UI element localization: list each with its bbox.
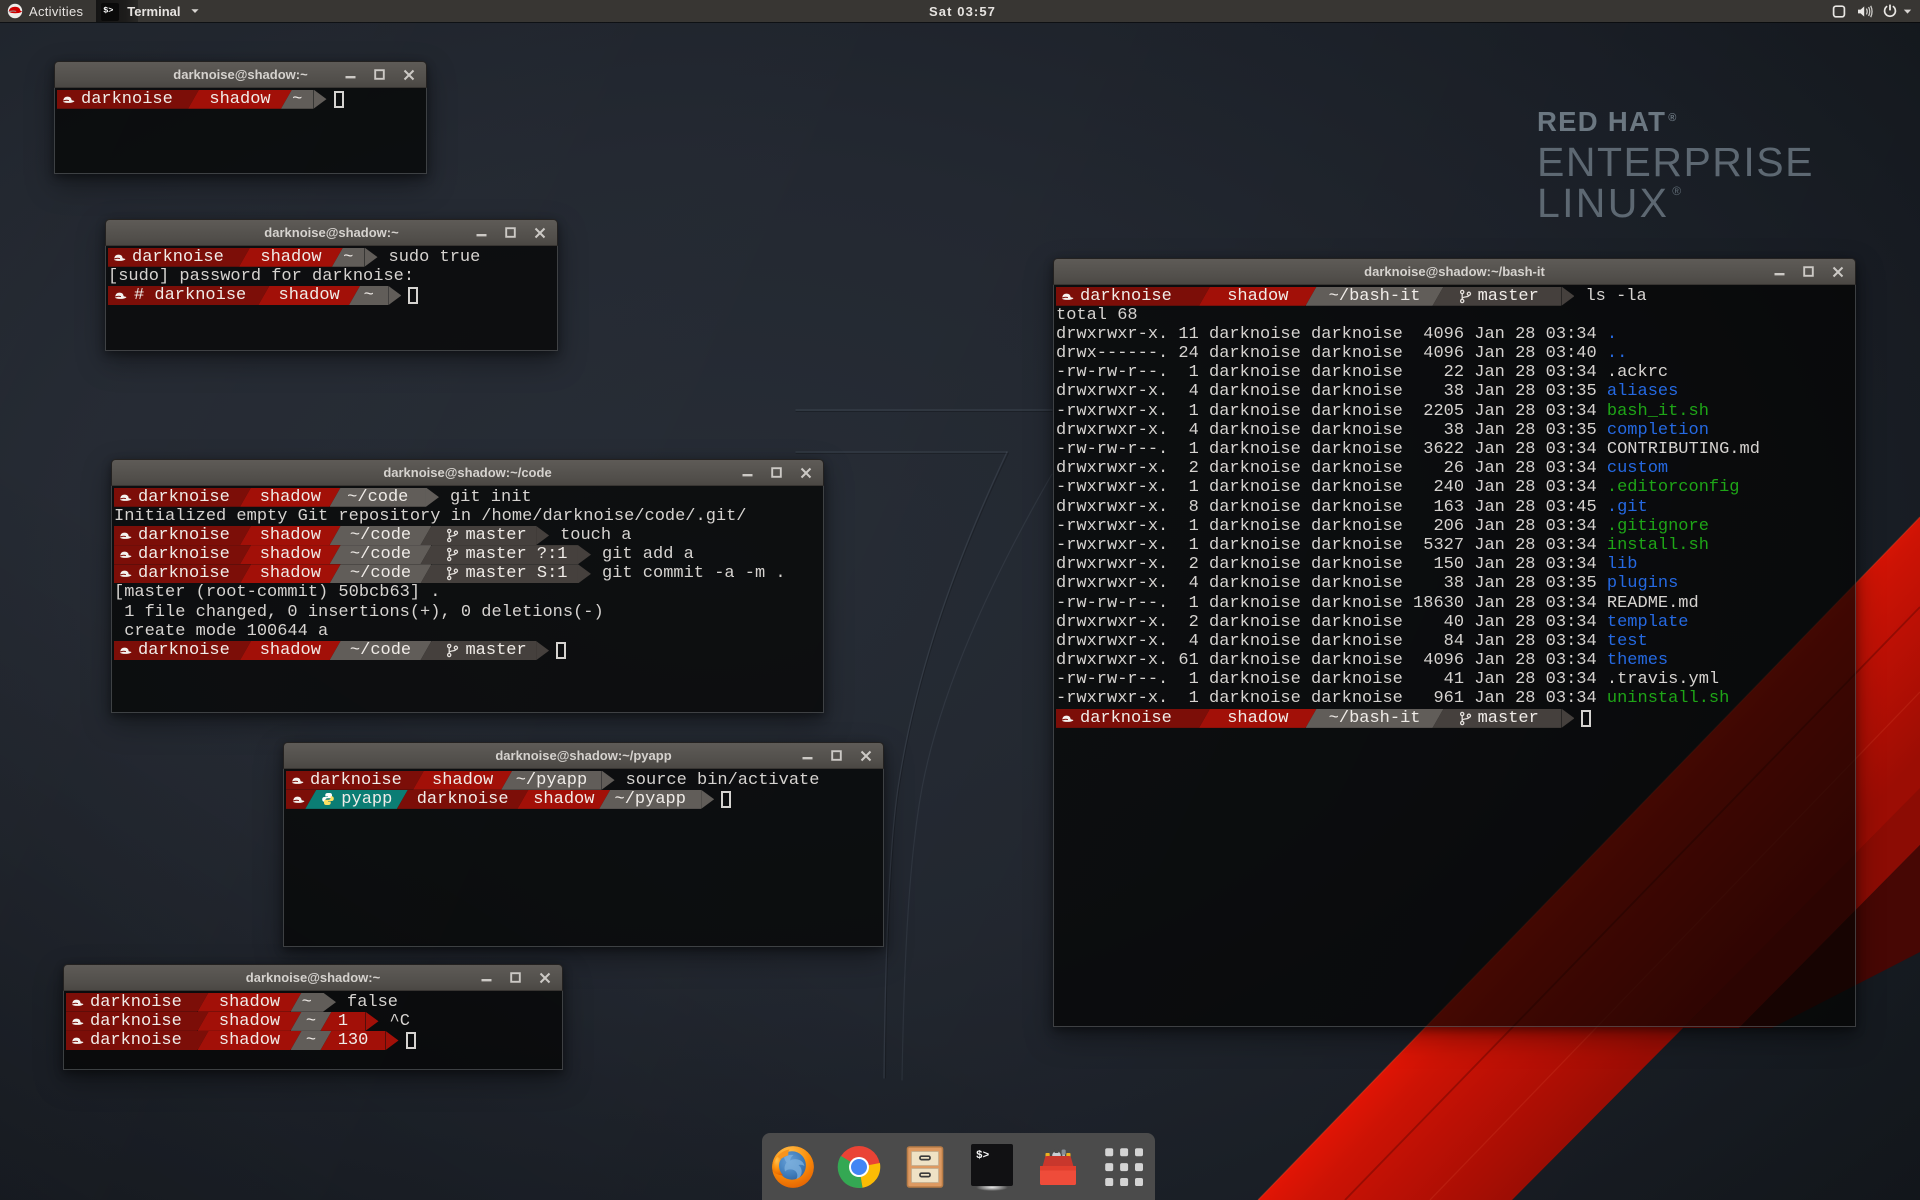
svg-text:$>: $> <box>103 6 113 16</box>
svg-text:$>: $> <box>976 1150 990 1162</box>
